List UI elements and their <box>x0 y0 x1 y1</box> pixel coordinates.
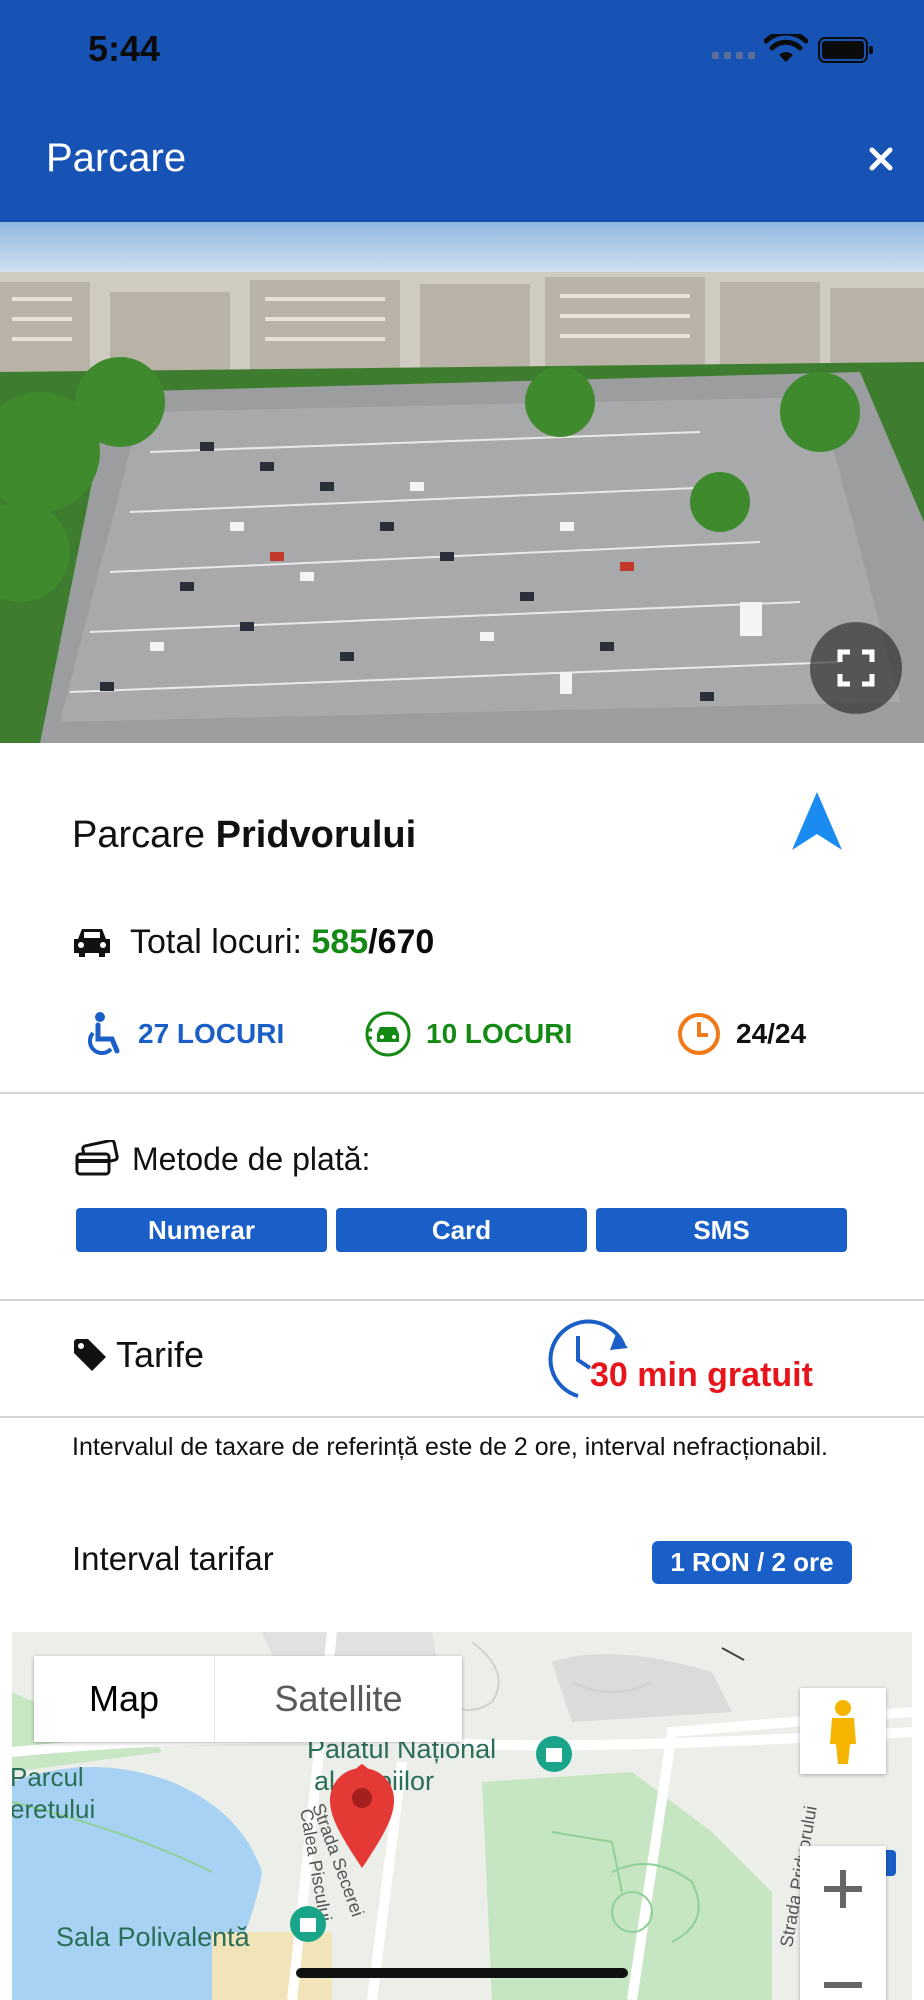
map-label-sala: Sala Polivalentă <box>56 1922 251 1952</box>
total-spots-label: Total locuri: <box>130 922 302 961</box>
zoom-controls <box>800 1846 886 2000</box>
tab-satellite[interactable]: Satellite <box>214 1656 462 1742</box>
poi-palat-icon <box>536 1736 572 1772</box>
rates-description: Intervalul de taxare de referință este d… <box>72 1433 828 1461</box>
navigation-arrow-icon[interactable] <box>790 790 844 852</box>
car-icon <box>74 929 110 957</box>
parking-photo <box>0 222 924 743</box>
price-badge: 1 RON / 2 ore <box>652 1541 852 1584</box>
cellular-signal-icon <box>712 52 755 59</box>
payment-method-sms[interactable]: SMS <box>596 1208 847 1252</box>
payment-method-cash[interactable]: Numerar <box>76 1208 327 1252</box>
interval-label: Interval tarifar <box>72 1540 274 1577</box>
payment-methods-header: Metode de plată: <box>74 1140 370 1178</box>
pegman-icon <box>830 1700 856 1764</box>
poi-sala-icon <box>290 1906 326 1942</box>
map-type-tabs: Map Satellite <box>34 1656 462 1742</box>
home-indicator <box>296 1968 628 1978</box>
clock-icon <box>678 1013 720 1055</box>
disabled-spots-label: 27 LOCURI <box>138 1018 285 1049</box>
free-time-label: 30 min gratuit <box>590 1356 813 1394</box>
map-label-parcul-1: Parcul <box>12 1762 84 1792</box>
divider <box>0 1416 924 1418</box>
map-view[interactable]: Palatul Național al Copiilor Parcul eret… <box>12 1632 912 2000</box>
wheelchair-icon <box>87 1012 120 1056</box>
tab-map[interactable]: Map <box>34 1656 214 1742</box>
total-spots-row: Total locuri: 585/670 <box>72 918 434 966</box>
wifi-icon <box>764 34 808 62</box>
zoom-out-icon[interactable] <box>800 1937 886 2000</box>
payment-method-card[interactable]: Card <box>336 1208 587 1252</box>
fullscreen-button[interactable] <box>810 622 902 714</box>
disabled-spots: 27 LOCURI <box>84 1006 284 1062</box>
map-label-parcul-2: eretului <box>12 1794 95 1824</box>
opening-hours-label: 24/24 <box>736 1018 807 1049</box>
parking-name: Parcare Pridvorului <box>72 814 416 857</box>
free-spots-count: 585 <box>311 922 369 961</box>
street-view-button[interactable] <box>800 1688 886 1774</box>
electric-spots: 10 LOCURI <box>364 1006 572 1062</box>
parking-name-bold: Pridvorului <box>215 814 417 856</box>
divider <box>0 1299 924 1301</box>
electric-spots-label: 10 LOCURI <box>426 1018 573 1049</box>
price-tag-icon <box>74 1339 106 1371</box>
zoom-in-icon[interactable] <box>800 1846 886 1932</box>
status-time: 5:44 <box>88 28 161 69</box>
fullscreen-icon <box>837 649 875 687</box>
electric-car-icon <box>365 1011 411 1057</box>
spots-separator: / <box>368 922 378 961</box>
payment-methods-label: Metode de plată: <box>132 1140 371 1177</box>
battery-icon <box>818 37 873 63</box>
parking-name-prefix: Parcare <box>72 814 206 856</box>
divider <box>0 1092 924 1094</box>
page-title: Parcare <box>46 136 187 180</box>
opening-hours: 24/24 <box>676 1006 806 1062</box>
app-header: 5:44 Parcare <box>0 0 924 222</box>
rates-label: Tarife <box>116 1334 205 1375</box>
credit-cards-icon <box>75 1140 119 1176</box>
close-icon[interactable] <box>862 140 900 178</box>
total-spots-count: 670 <box>377 922 435 961</box>
payment-methods-list: Numerar Card SMS <box>76 1208 847 1252</box>
rates-header: Tarife <box>72 1334 204 1376</box>
